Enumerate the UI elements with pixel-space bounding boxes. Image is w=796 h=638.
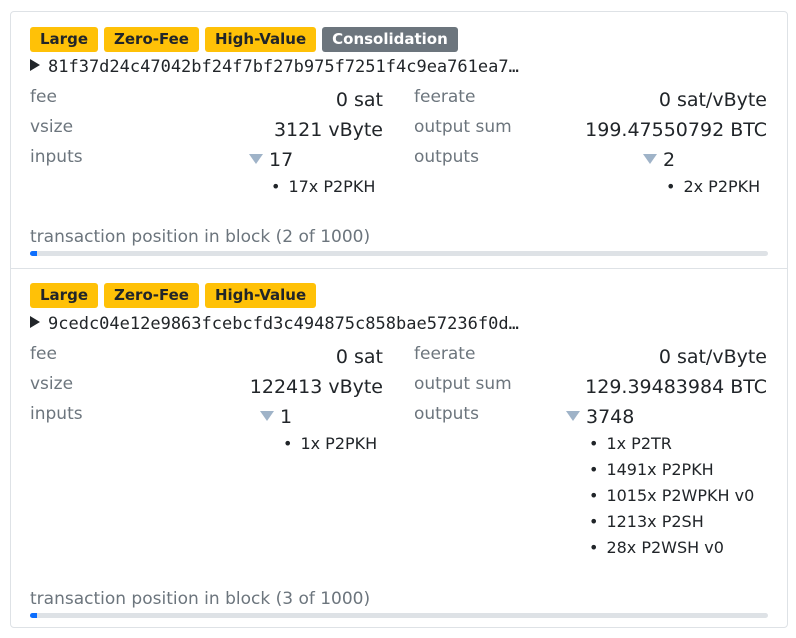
tag-row: Large Zero-Fee High-Value Consolidation [30, 27, 458, 52]
expand-caret-icon[interactable] [30, 316, 40, 328]
expand-caret-icon[interactable] [30, 59, 40, 71]
outputs-count: 3748 [586, 406, 635, 428]
position-label: transaction position in block (2 of 1000… [30, 227, 371, 247]
list-item: 1015x P2WPKH v0 [589, 483, 754, 509]
outputs-toggle[interactable]: 2 [643, 149, 675, 171]
fee-label: fee [30, 344, 57, 364]
position-progress-bar [30, 251, 768, 256]
feerate-value: 0 sat/vByte [658, 346, 767, 368]
fee-label: fee [30, 87, 57, 107]
vsize-label: vsize [30, 374, 74, 394]
inputs-toggle[interactable]: 1 [260, 406, 292, 428]
inputs-toggle[interactable]: 17 [249, 149, 293, 171]
inputs-count: 17 [269, 149, 294, 171]
outputs-label: outputs [414, 404, 479, 424]
outputs-label: outputs [414, 147, 479, 167]
position-progress-bar [30, 613, 768, 618]
vsize-label: vsize [30, 117, 74, 137]
output-sum-value: 199.47550792 BTC [585, 119, 767, 141]
inputs-label: inputs [30, 404, 83, 424]
inputs-count: 1 [280, 406, 293, 428]
inputs-label: inputs [30, 147, 83, 167]
input-type-list: 17x P2PKH [271, 174, 375, 200]
feerate-label: feerate [414, 344, 476, 364]
tag-large: Large [30, 283, 98, 308]
output-sum-value: 129.39483984 BTC [585, 376, 767, 398]
output-sum-label: output sum [414, 117, 512, 137]
input-type-list: 1x P2PKH [283, 431, 377, 457]
feerate-label: feerate [414, 87, 476, 107]
output-type-list: 2x P2PKH [666, 174, 760, 200]
feerate-value: 0 sat/vByte [658, 89, 767, 111]
vsize-value: 3121 vByte [273, 119, 383, 141]
position-label: transaction position in block (3 of 1000… [30, 589, 371, 609]
txid-text: 81f37d24c47042bf24f7bf27b975f7251f4c9ea7… [48, 57, 519, 77]
collapse-triangle-icon[interactable] [566, 411, 580, 421]
transaction-list: Large Zero-Fee High-Value Consolidation … [10, 11, 788, 628]
transaction-card: Large Zero-Fee High-Value Consolidation … [11, 12, 787, 268]
list-item: 2x P2PKH [666, 174, 760, 200]
tag-consolidation: Consolidation [322, 27, 458, 52]
list-item: 17x P2PKH [271, 174, 375, 200]
output-type-list: 1x P2TR 1491x P2PKH 1015x P2WPKH v0 1213… [589, 431, 754, 561]
output-sum-label: output sum [414, 374, 512, 394]
tag-row: Large Zero-Fee High-Value [30, 283, 317, 308]
list-item: 28x P2WSH v0 [589, 535, 754, 561]
fee-value: 0 sat [335, 346, 383, 368]
position-progress-fill [30, 251, 38, 256]
fee-value: 0 sat [335, 89, 383, 111]
tag-high-value: High-Value [204, 283, 317, 308]
list-item: 1213x P2SH [589, 509, 754, 535]
tag-high-value: High-Value [204, 27, 317, 52]
tag-zero-fee: Zero-Fee [104, 283, 199, 308]
collapse-triangle-icon[interactable] [260, 411, 274, 421]
txid-toggle[interactable]: 9cedc04e12e9863fcebcfd3c494875c858bae572… [30, 314, 519, 334]
tag-zero-fee: Zero-Fee [104, 27, 199, 52]
txid-toggle[interactable]: 81f37d24c47042bf24f7bf27b975f7251f4c9ea7… [30, 57, 519, 77]
tag-large: Large [30, 27, 98, 52]
vsize-value: 122413 vByte [249, 376, 383, 398]
position-progress-fill [30, 613, 38, 618]
txid-text: 9cedc04e12e9863fcebcfd3c494875c858bae572… [48, 314, 519, 334]
collapse-triangle-icon[interactable] [249, 154, 263, 164]
collapse-triangle-icon[interactable] [643, 154, 657, 164]
list-item: 1x P2TR [589, 431, 754, 457]
transaction-card: Large Zero-Fee High-Value 9cedc04e12e986… [11, 268, 787, 629]
outputs-count: 2 [663, 149, 676, 171]
list-item: 1491x P2PKH [589, 457, 754, 483]
list-item: 1x P2PKH [283, 431, 377, 457]
outputs-toggle[interactable]: 3748 [566, 406, 634, 428]
